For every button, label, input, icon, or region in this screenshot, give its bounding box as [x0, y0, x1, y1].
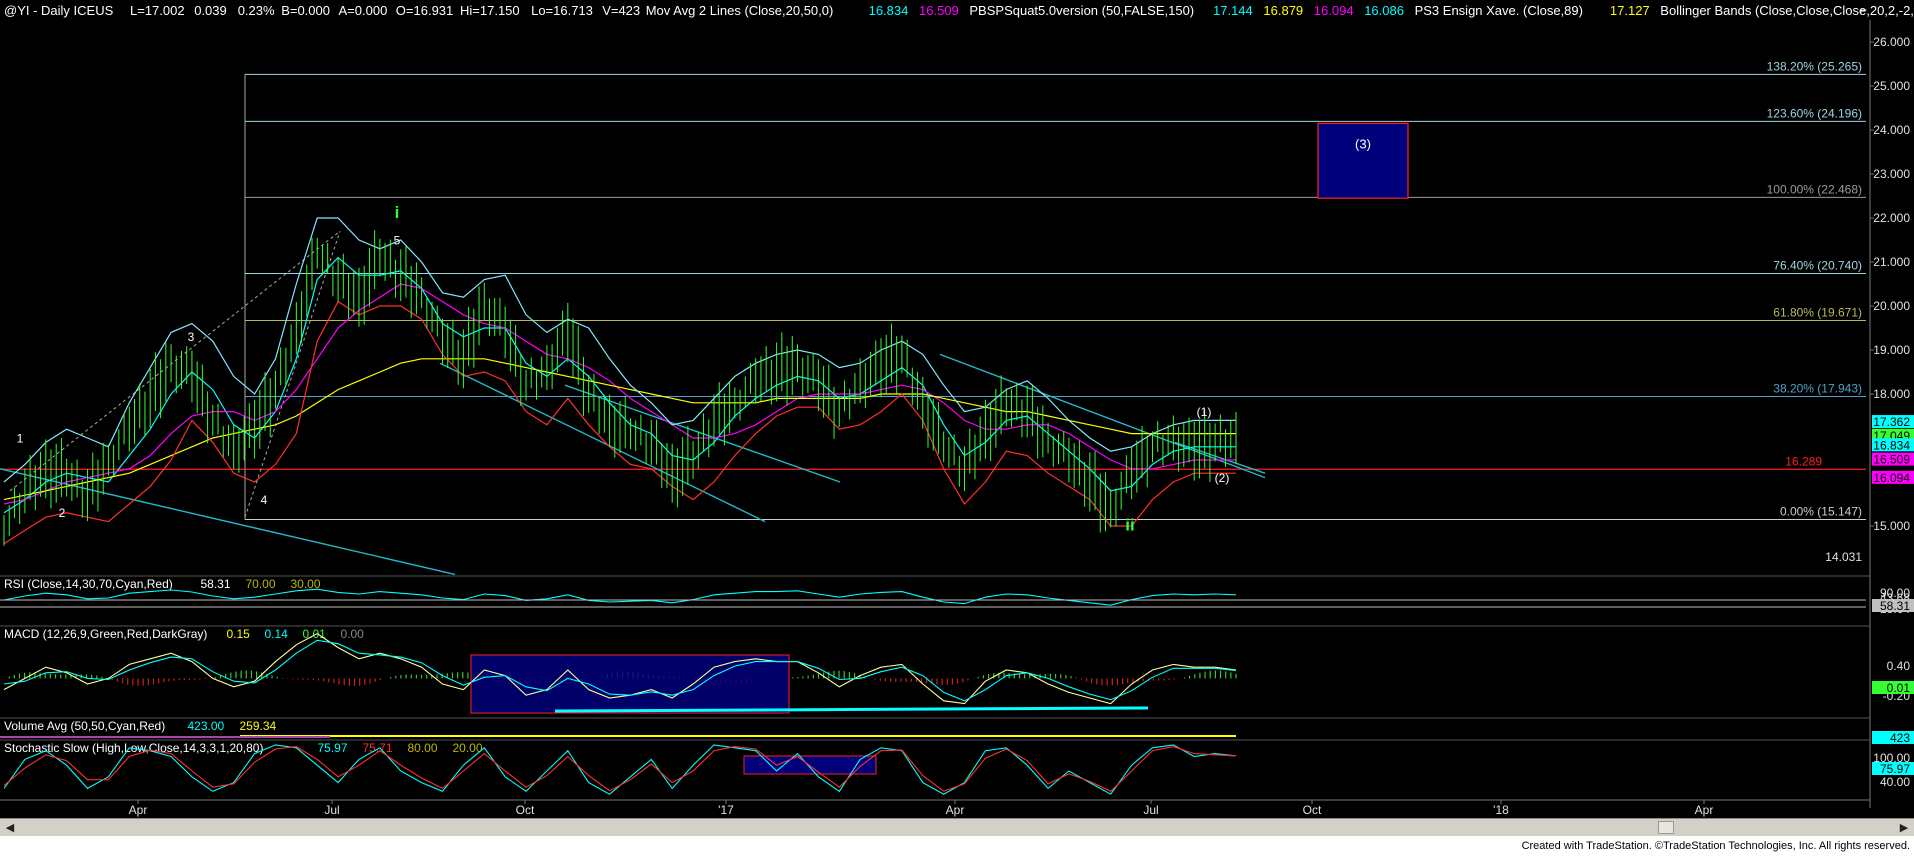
quote-field: PBSPSquat5.0version (50,FALSE,150) — [969, 3, 1194, 18]
horizontal-scrollbar[interactable]: ◀ ▶ — [0, 818, 1914, 836]
quote-field: 16.094 — [1314, 3, 1354, 18]
pane-value: 58.31 — [201, 577, 231, 591]
quote-field: L=17.002 — [130, 3, 185, 18]
y-tick-label: 20.000 — [1873, 299, 1910, 313]
y-tick-label: 19.000 — [1873, 343, 1910, 357]
support-line-label: 16.289 — [1785, 454, 1822, 468]
wave-label: 2 — [59, 506, 66, 520]
quote-field: A=0.000 — [339, 3, 388, 18]
quote-field: 0.23% — [238, 3, 275, 18]
price-badge-label: 16.509 — [1873, 453, 1910, 467]
x-tick-label: '17 — [718, 803, 734, 817]
footer: Created with TradeStation. ©TradeStation… — [0, 836, 1914, 856]
wave-label: 3 — [188, 330, 195, 344]
pane-badge-label: 75.97 — [1880, 762, 1910, 776]
fib-level-label: 100.00% (22.468) — [1767, 182, 1862, 196]
header-overflow-mark: ⌐ — [1860, 3, 1867, 17]
macd-highlight-box — [470, 654, 790, 714]
y-tick-label: 22.000 — [1873, 211, 1910, 225]
quote-field: O=16.931 — [396, 3, 453, 18]
y-tick-label: 26.000 — [1873, 35, 1910, 49]
pane-value: 0.15 — [227, 627, 251, 641]
x-tick-label: Apr — [1695, 803, 1714, 817]
symbol-title: @YI - Daily ICEUS — [4, 3, 114, 18]
fib-level-label: 76.40% (20.740) — [1773, 258, 1862, 272]
price-badge-label: 17.362 — [1873, 415, 1910, 429]
pane-badge-label: 0.01 — [1887, 681, 1911, 695]
wave-label: ii — [1125, 515, 1134, 534]
quote-field: 16.834 — [869, 3, 909, 18]
price-badge-label: 16.834 — [1873, 438, 1910, 452]
pane-value: 70.00 — [246, 577, 276, 591]
x-tick-label: Apr — [946, 803, 965, 817]
chart-window: @YI - Daily ICEUS L=17.002 0.039 0.23% B=0.… — [0, 0, 1914, 856]
quote-field: PS3 Ensign Xave. (Close,89) — [1415, 3, 1583, 18]
scroll-left-icon[interactable]: ◀ — [2, 820, 18, 835]
pane-badge-label: 58.31 — [1880, 599, 1910, 613]
pane-title: Volume Avg (50,50,Cyan,Red) — [4, 719, 165, 733]
wave-label: 5 — [394, 233, 401, 247]
pane-badge-label: 423 — [1890, 731, 1910, 745]
scroll-right-icon[interactable]: ▶ — [1896, 820, 1912, 835]
quote-fields: L=17.002 0.039 0.23% B=0.000 A=0.000 O=16.931… — [130, 3, 1914, 18]
fib-level-label: 138.20% (25.265) — [1767, 59, 1862, 73]
wave-label: 1 — [17, 431, 24, 445]
y-tick-label: 21.000 — [1873, 255, 1910, 269]
fib-level-label: 123.60% (24.196) — [1767, 106, 1862, 120]
bottom-price-label: 14.031 — [1825, 550, 1862, 564]
pane-value: 0.01 — [303, 627, 327, 641]
quote-field: 16.509 — [919, 3, 959, 18]
y-tick-label: 15.000 — [1873, 519, 1910, 533]
scroll-thumb[interactable] — [1658, 821, 1674, 834]
quote-field: 16.879 — [1263, 3, 1303, 18]
pane-title: MACD (12,26,9,Green,Red,DarkGray) — [4, 627, 207, 641]
target-box — [1317, 122, 1409, 199]
pane-value: 423.00 — [188, 719, 225, 733]
quote-field: 16.086 — [1364, 3, 1404, 18]
quote-field: V=423 — [602, 3, 640, 18]
pane-value: 0.00 — [341, 627, 365, 641]
y-tick-label: 18.000 — [1873, 387, 1910, 401]
quote-field: 0.039 — [194, 3, 227, 18]
x-tick-label: Jul — [324, 803, 339, 817]
wave-label: (1) — [1197, 405, 1212, 419]
pane-value: 75.97 — [318, 741, 348, 755]
pane-value: 80.00 — [408, 741, 438, 755]
pane-value: 259.34 — [240, 719, 277, 733]
fib-level-label: 0.00% (15.147) — [1780, 505, 1862, 519]
x-tick-label: Oct — [1303, 803, 1322, 817]
target-box-label: (3) — [1355, 136, 1371, 151]
price-badge-label: 16.094 — [1873, 471, 1910, 485]
quote-field: 17.127 — [1610, 3, 1650, 18]
wave-label: 4 — [261, 493, 268, 507]
pane-title: RSI (Close,14,30,70,Cyan,Red) — [4, 577, 173, 591]
quote-field: B=0.000 — [281, 3, 330, 18]
pane-tick-label: 40.00 — [1880, 775, 1910, 789]
wave-label: i — [395, 203, 400, 222]
credit-text: Created with TradeStation. ©TradeStation… — [1521, 840, 1910, 852]
quote-field: Hi=17.150 — [460, 3, 520, 18]
quote-field: Mov Avg 2 Lines (Close,20,50,0) — [646, 3, 834, 18]
pane-value: 0.14 — [265, 627, 289, 641]
y-tick-label: 25.000 — [1873, 79, 1910, 93]
x-tick-label: Jul — [1143, 803, 1158, 817]
x-tick-label: '18 — [1493, 803, 1509, 817]
wave-label: (2) — [1215, 471, 1230, 485]
quote-field: Bollinger Bands (Close,Close,Close,20,2,… — [1660, 3, 1914, 18]
pane-tick-label: 0.40 — [1887, 659, 1911, 673]
quote-field: Lo=16.713 — [531, 3, 593, 18]
fib-level-label: 38.20% (17.943) — [1773, 382, 1862, 396]
x-tick-label: Oct — [516, 803, 535, 817]
chart-canvas[interactable]: @YI - Daily ICEUS L=17.002 0.039 0.23% B=0.… — [0, 0, 1914, 818]
x-tick-label: Apr — [129, 803, 148, 817]
quote-field: 17.144 — [1213, 3, 1253, 18]
fib-level-label: 61.80% (19.671) — [1773, 305, 1862, 319]
y-tick-label: 23.000 — [1873, 167, 1910, 181]
y-tick-label: 24.000 — [1873, 123, 1910, 137]
